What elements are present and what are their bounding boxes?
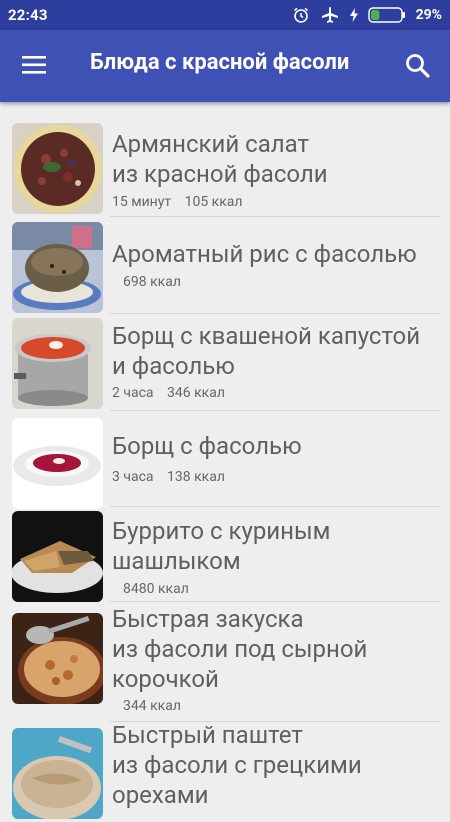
battery-percent: 29% bbox=[415, 7, 442, 23]
list-item[interactable]: Быстрый паштет из фасоли с грецкими орех… bbox=[0, 720, 450, 822]
recipe-image bbox=[12, 318, 103, 409]
recipe-kcal: 138 ккал bbox=[167, 469, 225, 485]
recipe-kcal: 105 ккал bbox=[184, 194, 243, 210]
recipe-title-line: Борщ с фасолью bbox=[112, 432, 302, 460]
recipe-title-line: из фасоли под сырной bbox=[112, 635, 368, 663]
recipe-meta: 8480 ккал bbox=[123, 581, 199, 597]
recipe-title: Буррито с куриным шашлыком bbox=[112, 516, 442, 576]
recipe-title-line: Быстрая закуска bbox=[112, 605, 304, 633]
recipe-title-line: Буррито с куриным bbox=[112, 517, 331, 545]
recipe-kcal: 346 ккал bbox=[167, 385, 225, 401]
app-bar: Блюда с красной фасоли bbox=[0, 30, 450, 102]
status-time: 22:43 bbox=[8, 6, 48, 24]
recipe-image bbox=[12, 511, 103, 602]
recipe-image bbox=[12, 613, 103, 704]
recipe-title-line: Армянский салат bbox=[112, 130, 310, 158]
recipe-title-line: и фасолью bbox=[112, 352, 235, 380]
status-bar: 22:43 29% bbox=[0, 0, 450, 30]
list-item[interactable]: Ароматный рис с фасолью 698 ккал bbox=[0, 217, 450, 314]
charging-icon bbox=[349, 8, 358, 22]
recipe-title: Борщ с фасолью bbox=[112, 431, 442, 461]
search-button[interactable] bbox=[404, 52, 432, 80]
recipe-title: Быстрый паштет из фасоли с грецкими орех… bbox=[112, 720, 442, 810]
search-icon bbox=[406, 54, 430, 78]
list-item[interactable]: Буррито с куриным шашлыком 8480 ккал bbox=[0, 507, 450, 602]
alarm-icon bbox=[293, 7, 308, 23]
recipe-title: Борщ с квашеной капустой и фасолью bbox=[112, 321, 442, 381]
recipe-meta: 698 ккал bbox=[123, 274, 191, 290]
recipe-meta: 344 ккал bbox=[123, 698, 191, 714]
recipe-title: Армянский салат из красной фасоли bbox=[112, 129, 442, 189]
hamburger-menu-icon bbox=[22, 56, 46, 74]
recipe-meta: 15 минут 105 ккал bbox=[112, 194, 253, 210]
recipe-title-line: Борщ с квашеной капустой bbox=[112, 322, 421, 350]
recipe-title-line: из фасоли с грецкими bbox=[112, 751, 362, 779]
recipe-image bbox=[12, 728, 103, 819]
recipe-title-line: шашлыком bbox=[112, 547, 241, 575]
recipe-title-line: из красной фасоли bbox=[112, 160, 328, 188]
recipe-meta: 2 часа 346 ккал bbox=[112, 385, 235, 401]
recipe-image bbox=[12, 222, 103, 313]
recipe-title-line: корочкой bbox=[112, 665, 219, 693]
list-item[interactable]: Борщ с квашеной капустой и фасолью 2 час… bbox=[0, 314, 450, 411]
airplane-icon bbox=[321, 7, 338, 23]
list-item[interactable]: Армянский салат из красной фасоли 15 мин… bbox=[0, 102, 450, 217]
list-item[interactable]: Быстрая закуска из фасоли под сырной кор… bbox=[0, 602, 450, 722]
recipe-title-line: Быстрый паштет bbox=[112, 721, 303, 749]
recipe-kcal: 344 ккал bbox=[123, 698, 181, 714]
menu-button[interactable] bbox=[22, 54, 48, 76]
page-title: Блюда с красной фасоли bbox=[90, 50, 350, 75]
recipe-title-line: орехами bbox=[112, 781, 209, 809]
recipe-title: Ароматный рис с фасолью bbox=[112, 239, 442, 269]
recipe-image bbox=[12, 123, 103, 214]
recipe-kcal: 698 ккал bbox=[123, 274, 181, 290]
recipe-list: Армянский салат из красной фасоли 15 мин… bbox=[0, 102, 450, 822]
recipe-meta: 3 часа 138 ккал bbox=[112, 469, 235, 485]
recipe-title-line: Ароматный рис с фасолью bbox=[112, 240, 417, 268]
recipe-title: Быстрая закуска из фасоли под сырной кор… bbox=[112, 604, 442, 694]
battery-icon bbox=[367, 7, 405, 23]
recipe-time: 3 часа bbox=[112, 469, 154, 485]
recipe-time: 2 часа bbox=[112, 385, 154, 401]
status-icons: 29% bbox=[292, 6, 442, 24]
recipe-time: 15 минут bbox=[112, 194, 172, 210]
recipe-kcal: 8480 ккал bbox=[123, 581, 189, 597]
list-item[interactable]: Борщ с фасолью 3 часа 138 ккал bbox=[0, 411, 450, 509]
recipe-image bbox=[12, 418, 103, 509]
